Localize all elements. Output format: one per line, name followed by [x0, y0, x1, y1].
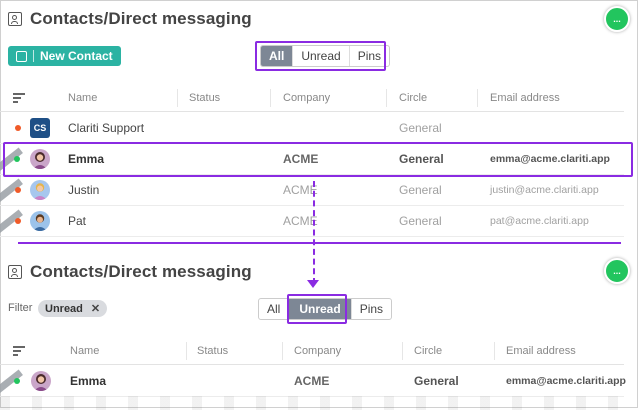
column-divider [477, 89, 478, 107]
status-dot [14, 378, 20, 384]
sort-icon[interactable] [13, 346, 25, 356]
table-header: Name Status Company Circle Email address [0, 338, 624, 365]
transition-arrow [313, 181, 317, 284]
contact-circle: General [414, 374, 459, 388]
background-pattern [0, 396, 638, 410]
column-divider [402, 342, 403, 360]
tab-pins[interactable]: Pins [352, 299, 391, 319]
column-company[interactable]: Company [283, 85, 330, 111]
contacts-panel-all: Contacts/Direct messaging ... New Contac… [0, 0, 640, 240]
column-email[interactable]: Email address [490, 85, 560, 111]
contact-name: Justin [68, 183, 100, 197]
contact-circle: General [399, 214, 442, 228]
status-dot [15, 187, 21, 193]
avatar [30, 211, 50, 231]
row-highlight-box [3, 142, 633, 177]
contact-email: emma@acme.clariti.app [506, 375, 626, 387]
avatar [30, 180, 50, 200]
page-header: Contacts/Direct messaging [8, 9, 252, 29]
tabs-highlight-box [255, 41, 386, 71]
column-name[interactable]: Name [68, 85, 97, 111]
column-divider [494, 342, 495, 360]
chat-bubble-icon[interactable]: ... [604, 6, 630, 32]
contact-circle: General [399, 121, 442, 135]
tab-highlight-box [287, 294, 347, 324]
contact-circle: General [399, 183, 442, 197]
contacts-icon [8, 12, 22, 26]
table-row[interactable]: Justin ACME General justin@acme.clariti.… [0, 175, 624, 206]
column-divider [270, 89, 271, 107]
page-title: Contacts/Direct messaging [30, 9, 252, 28]
tab-all[interactable]: All [259, 299, 290, 319]
column-name[interactable]: Name [70, 338, 99, 364]
new-contact-button[interactable]: New Contact [8, 46, 121, 66]
contact-name: Clariti Support [68, 121, 145, 135]
column-company[interactable]: Company [294, 338, 341, 364]
contact-name: Emma [70, 374, 107, 388]
section-divider [18, 242, 621, 244]
column-divider [186, 342, 187, 360]
new-contact-label: New Contact [40, 49, 113, 63]
status-dot [15, 125, 21, 131]
table-header: Name Status Company Circle Email address [0, 85, 624, 112]
page-title: Contacts/Direct messaging [30, 262, 252, 281]
column-status[interactable]: Status [197, 338, 228, 364]
chat-bubble-icon[interactable]: ... [604, 258, 630, 284]
column-email[interactable]: Email address [506, 338, 576, 364]
contact-company: ACME [294, 374, 330, 388]
table-row[interactable]: Emma ACME General emma@acme.clariti.app [0, 366, 626, 397]
column-status[interactable]: Status [189, 85, 220, 111]
button-separator [33, 50, 34, 62]
avatar [31, 371, 51, 391]
contacts-icon [8, 265, 22, 279]
table-row[interactable]: Pat ACME General pat@acme.clariti.app [0, 206, 624, 237]
filter-chip-label: Unread [45, 302, 83, 315]
filter-label: Filter [8, 302, 33, 314]
sort-icon[interactable] [13, 93, 25, 103]
contact-email: justin@acme.clariti.app [490, 184, 599, 196]
filter-chip: Unread ✕ [38, 300, 108, 317]
arrow-head-icon [307, 280, 319, 288]
close-icon[interactable]: ✕ [91, 302, 100, 315]
page-header: Contacts/Direct messaging [8, 262, 252, 282]
contact-card-icon [16, 50, 27, 62]
status-dot [15, 218, 21, 224]
contact-email: pat@acme.clariti.app [490, 215, 589, 227]
avatar: CS [30, 118, 50, 138]
column-circle[interactable]: Circle [399, 85, 427, 111]
column-circle[interactable]: Circle [414, 338, 442, 364]
table-row[interactable]: CS Clariti Support General [0, 113, 624, 144]
column-divider [386, 89, 387, 107]
contact-name: Pat [68, 214, 87, 228]
column-divider [282, 342, 283, 360]
column-divider [177, 89, 178, 107]
